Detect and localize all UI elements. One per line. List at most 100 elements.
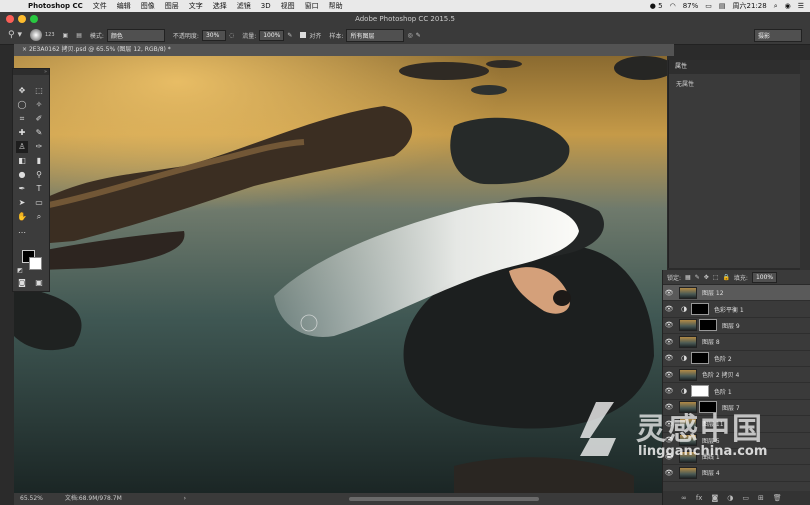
clone-source-toggle[interactable]: ▤ <box>76 32 82 39</box>
pen-tool-icon[interactable]: ✒ <box>16 183 28 195</box>
blur-tool-icon[interactable]: ● <box>16 169 28 181</box>
tools-panel-header[interactable]: » <box>13 69 49 75</box>
crop-tool-icon[interactable]: ⌗ <box>16 113 28 125</box>
zoom-tool-icon[interactable]: ⌕ <box>33 211 45 223</box>
default-colors-icon[interactable]: ◩ <box>14 265 26 277</box>
background-color-swatch[interactable] <box>29 257 42 270</box>
user-avatar-icon[interactable]: ◉ <box>785 2 791 10</box>
layer-thumbnail[interactable] <box>679 335 697 348</box>
menu-view[interactable]: 视图 <box>281 1 295 11</box>
app-menu[interactable]: Photoshop CC <box>28 2 83 10</box>
visibility-eye-icon[interactable]: 👁 <box>663 371 675 379</box>
workspace-switcher[interactable]: 摄影 <box>754 28 802 42</box>
status-menu-icon[interactable]: › <box>184 495 186 502</box>
brush-tool-icon[interactable]: ✎ <box>33 127 45 139</box>
delete-layer-icon[interactable]: 🗑 <box>773 494 782 502</box>
flag-icon[interactable]: ▤ <box>719 2 726 10</box>
lock-pixels-icon[interactable]: ✎ <box>695 274 700 281</box>
hand-tool-icon[interactable]: ✋ <box>16 211 28 223</box>
document-canvas[interactable] <box>14 56 667 493</box>
close-button[interactable] <box>6 15 14 23</box>
opacity-input[interactable]: 30% <box>201 29 226 41</box>
pressure-opacity-icon[interactable]: ◌ <box>229 32 234 39</box>
layer-thumbnail[interactable] <box>679 466 697 479</box>
lock-transparent-icon[interactable]: ▦ <box>685 274 691 281</box>
tool-preset-picker[interactable]: ⚲ ▾ <box>8 30 22 40</box>
layer-name[interactable]: 图层 12 <box>702 288 724 297</box>
minimize-button[interactable] <box>18 15 26 23</box>
brush-panel-toggle[interactable]: ▣ <box>63 32 69 39</box>
layer-row[interactable]: 👁 ◑ 色阶 2 <box>663 351 810 367</box>
menu-edit[interactable]: 编辑 <box>117 1 131 11</box>
zoom-level[interactable]: 65.52% <box>20 495 43 502</box>
new-layer-icon[interactable]: ⊞ <box>758 494 764 502</box>
menu-file[interactable]: 文件 <box>93 1 107 11</box>
layer-mask-thumbnail[interactable] <box>691 303 709 316</box>
visibility-eye-icon[interactable]: 👁 <box>663 354 675 362</box>
layer-thumbnail[interactable] <box>679 368 697 381</box>
doc-close-icon[interactable]: × <box>22 46 29 53</box>
magic-wand-tool-icon[interactable]: ✧ <box>33 99 45 111</box>
new-group-icon[interactable]: ▭ <box>742 494 749 502</box>
wifi-icon[interactable]: ◠ <box>670 2 676 10</box>
visibility-eye-icon[interactable]: 👁 <box>663 338 675 346</box>
menu-3d[interactable]: 3D <box>261 2 271 10</box>
eraser-tool-icon[interactable]: ◧ <box>16 155 28 167</box>
dodge-tool-icon[interactable]: ⚲ <box>33 169 45 181</box>
mode-select[interactable]: 颜色 <box>106 28 165 42</box>
layer-name[interactable]: 色阶 2 <box>714 354 732 363</box>
layer-name[interactable]: 色阶 2 拷贝 4 <box>702 370 739 379</box>
layer-name[interactable]: 图层 9 <box>722 321 740 330</box>
menu-layer[interactable]: 图层 <box>165 1 179 11</box>
layer-mask-thumbnail[interactable] <box>691 385 709 398</box>
lasso-tool-icon[interactable]: ◯ <box>16 99 28 111</box>
wechat-icon[interactable]: ● 5 <box>650 2 663 10</box>
menu-type[interactable]: 文字 <box>189 1 203 11</box>
layer-row[interactable]: 👁 图层 8 <box>663 334 810 351</box>
marquee-tool-icon[interactable]: ⬚ <box>33 85 45 97</box>
layer-row[interactable]: 👁 图层 9 <box>663 318 810 335</box>
layer-thumbnail[interactable] <box>679 319 697 332</box>
brush-preset-picker[interactable]: 123 <box>29 29 55 41</box>
visibility-eye-icon[interactable]: 👁 <box>663 469 675 477</box>
flow-input[interactable]: 100% <box>259 29 285 41</box>
layer-name[interactable]: 色彩平衡 1 <box>714 305 744 314</box>
layer-mask-thumbnail[interactable] <box>699 319 717 332</box>
pressure-size-icon[interactable]: ✎ <box>416 32 421 39</box>
horizontal-scrollbar[interactable] <box>349 497 539 501</box>
doc-info[interactable]: 文档:68.9M/978.7M <box>65 495 122 502</box>
lock-position-icon[interactable]: ✥ <box>704 274 709 281</box>
visibility-eye-icon[interactable]: 👁 <box>663 387 675 395</box>
layer-thumbnail[interactable] <box>679 286 697 299</box>
gradient-tool-icon[interactable]: ▮ <box>33 155 45 167</box>
clone-stamp-tool-icon[interactable]: ♙ <box>16 141 28 153</box>
airbrush-icon[interactable]: ✎ <box>287 32 292 39</box>
visibility-eye-icon[interactable]: 👁 <box>663 289 675 297</box>
align-checkbox[interactable] <box>300 32 307 38</box>
add-mask-icon[interactable]: ◙ <box>711 494 718 502</box>
layer-name[interactable]: 图层 8 <box>702 337 720 346</box>
menu-window[interactable]: 窗口 <box>305 1 319 11</box>
clock[interactable]: 周六21:28 <box>733 1 767 11</box>
history-brush-tool-icon[interactable]: ✑ <box>33 141 45 153</box>
visibility-eye-icon[interactable]: 👁 <box>663 305 675 313</box>
ignore-adjustments-icon[interactable]: ◎ <box>407 32 412 39</box>
type-tool-icon[interactable]: T <box>33 183 45 195</box>
shape-tool-icon[interactable]: ▭ <box>33 197 45 209</box>
search-icon[interactable]: ⌕ <box>774 2 778 11</box>
screen-mode-icon[interactable]: ▣ <box>33 277 45 289</box>
healing-brush-tool-icon[interactable]: ✚ <box>16 127 28 139</box>
layer-row[interactable]: 👁 色阶 2 拷贝 4 <box>663 367 810 384</box>
battery-icon[interactable]: ▭ <box>705 2 712 10</box>
zoom-button[interactable] <box>30 15 38 23</box>
menu-filter[interactable]: 滤镜 <box>237 1 251 11</box>
sample-select[interactable]: 所有图层 <box>346 28 405 42</box>
edit-toolbar-icon[interactable]: ⋯ <box>16 227 28 239</box>
visibility-eye-icon[interactable]: 👁 <box>663 321 675 329</box>
move-tool-icon[interactable]: ✥ <box>16 85 28 97</box>
document-tab[interactable]: × 2E3A0162 拷贝.psd @ 65.5% (图层 12, RGB/8)… <box>14 44 674 56</box>
lock-all-icon[interactable]: 🔒 <box>722 274 729 281</box>
layer-name[interactable]: 色阶 1 <box>714 387 732 396</box>
lock-artboard-icon[interactable]: ⬚ <box>713 274 719 281</box>
menu-image[interactable]: 图像 <box>141 1 155 11</box>
